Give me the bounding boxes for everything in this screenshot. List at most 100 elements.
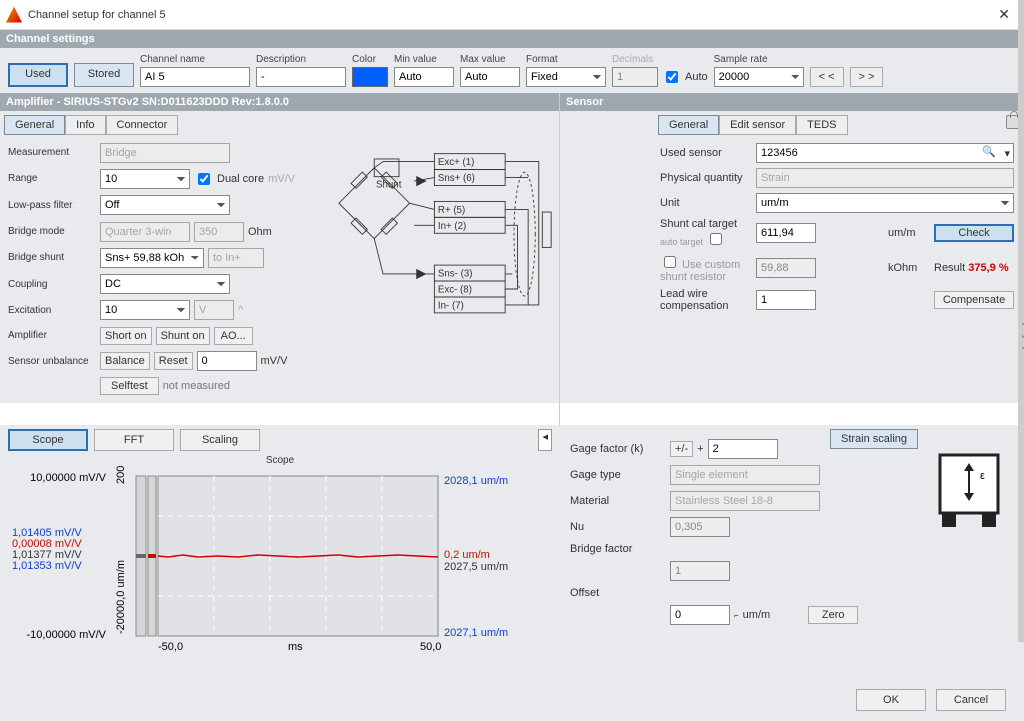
app-icon (6, 7, 22, 23)
pm-button[interactable]: +/- (670, 441, 693, 457)
dualcore-unit: mV/V (268, 173, 295, 185)
reset-button[interactable]: Reset (154, 352, 193, 370)
excitation-unit: V (194, 300, 234, 320)
shunt-on-button[interactable]: Shunt on (156, 327, 210, 345)
min-input[interactable] (394, 67, 454, 87)
leadwire-input[interactable] (756, 290, 816, 310)
stored-button[interactable]: Stored (74, 63, 134, 87)
gage-factor-input[interactable] (708, 439, 778, 459)
tab-scope[interactable]: Scope (8, 429, 88, 451)
balance-button[interactable]: Balance (100, 352, 150, 370)
bridge-mode-label: Bridge mode (8, 226, 100, 237)
max-input[interactable] (460, 67, 520, 87)
amplifier-header: Amplifier - SIRIUS-STGv2 SN:D011623DDD R… (0, 93, 559, 111)
collapse-icon[interactable]: ◂ (538, 429, 552, 451)
leadwire-label: Lead wire compensation (660, 288, 756, 312)
svg-text:0,2 um/m: 0,2 um/m (444, 549, 490, 561)
range-label: Range (8, 173, 100, 184)
amplifier-label: Amplifier (8, 330, 100, 341)
tab-connector[interactable]: Connector (106, 115, 179, 135)
titlebar: Channel setup for channel 5 ✕ (0, 0, 1024, 30)
svg-text:ms: ms (288, 641, 303, 653)
chevron-down-icon[interactable]: ▾ (1004, 147, 1010, 160)
zero-button[interactable]: Zero (808, 606, 858, 624)
unbalance-input[interactable] (197, 351, 257, 371)
description-input[interactable] (256, 67, 346, 87)
close-icon[interactable]: ✕ (990, 2, 1018, 27)
channel-settings-header: Channel settings (0, 30, 1024, 48)
sign-label: + (697, 443, 703, 455)
shunt-cal-label: Shunt cal target (660, 218, 737, 230)
lpf-select[interactable]: Off (100, 195, 230, 215)
next-button[interactable]: > > (850, 67, 884, 87)
display-options-bar[interactable]: Display options (1018, 0, 1024, 642)
used-button[interactable]: Used (8, 63, 68, 87)
svg-text:ε: ε (980, 470, 985, 482)
description-label: Description (256, 54, 346, 65)
dualcore-label: Dual core (217, 173, 264, 185)
shunt-cal-input[interactable] (756, 223, 816, 243)
scope-title: Scope (8, 455, 552, 466)
used-sensor-input[interactable] (756, 143, 1014, 163)
used-sensor-label: Used sensor (660, 147, 756, 159)
sample-rate-label: Sample rate (714, 54, 804, 65)
short-on-button[interactable]: Short on (100, 327, 152, 345)
tab-info[interactable]: Info (65, 115, 105, 135)
color-label: Color (352, 54, 388, 65)
search-icon[interactable]: 🔍 (982, 145, 996, 158)
offset-label: Offset (570, 587, 670, 599)
svg-text:-50,0: -50,0 (158, 641, 183, 653)
ohm-label: Ohm (248, 226, 272, 238)
excitation-label: Excitation (8, 305, 100, 316)
measurement-select: Bridge (100, 143, 230, 163)
offset-input[interactable] (670, 605, 730, 625)
auto-target-checkbox[interactable] (710, 233, 722, 245)
auto-target-label: auto target (660, 237, 703, 247)
svg-text:2028,1 um/m: 2028,1 um/m (444, 475, 508, 487)
svg-text:10,00000 mV/V: 10,00000 mV/V (30, 472, 106, 484)
tab-general[interactable]: General (4, 115, 65, 135)
gage-type-label: Gage type (570, 469, 670, 481)
sample-rate-select[interactable]: 20000 (714, 67, 804, 87)
range-select[interactable]: 10 (100, 169, 190, 189)
prev-button[interactable]: < < (810, 67, 844, 87)
unit-select[interactable]: um/m (756, 193, 1014, 213)
tab-scaling[interactable]: Scaling (180, 429, 260, 451)
pq-label: Physical quantity (660, 172, 756, 184)
window-title: Channel setup for channel 5 (28, 9, 166, 21)
min-label: Min value (394, 54, 454, 65)
offset-unit: um/m (743, 609, 771, 621)
bridge-shunt-select[interactable]: Sns+ 59,88 kOhm (100, 248, 204, 268)
custom-shunt-input (756, 258, 816, 278)
auto-checkbox[interactable] (666, 71, 678, 83)
color-swatch[interactable] (352, 67, 388, 87)
channel-name-input[interactable] (140, 67, 250, 87)
ao-button[interactable]: AO... (214, 327, 253, 345)
tab-strain-scaling[interactable]: Strain scaling (830, 429, 918, 449)
gage-type-select: Single element (670, 465, 820, 485)
material-select: Stainless Steel 18-8 (670, 491, 820, 511)
auto-label: Auto (685, 71, 708, 83)
unbalance-label: Sensor unbalance (8, 356, 100, 367)
svg-text:-20000,0 um/m: -20000,0 um/m (115, 560, 127, 634)
ok-button[interactable]: OK (856, 689, 926, 711)
svg-text:2027,5 um/m: 2027,5 um/m (444, 561, 508, 573)
check-button[interactable]: Check (934, 224, 1014, 242)
svg-text:-10,00000 mV/V: -10,00000 mV/V (27, 629, 107, 641)
format-label: Format (526, 54, 606, 65)
format-select[interactable]: Fixed (526, 67, 606, 87)
selftest-button[interactable]: Selftest (100, 377, 159, 395)
bridge-shunt-to: to In+ (208, 248, 264, 268)
tab-sensor-teds[interactable]: TEDS (796, 115, 847, 135)
excitation-select[interactable]: 10 (100, 300, 190, 320)
dualcore-checkbox[interactable] (198, 173, 210, 185)
tab-sensor-edit[interactable]: Edit sensor (719, 115, 796, 135)
tab-sensor-general[interactable]: General (658, 115, 719, 135)
compensate-button[interactable]: Compensate (934, 291, 1014, 309)
coupling-select[interactable]: DC (100, 274, 230, 294)
custom-shunt-checkbox[interactable] (664, 256, 676, 268)
tab-fft[interactable]: FFT (94, 429, 174, 451)
coupling-label: Coupling (8, 279, 100, 290)
cancel-button[interactable]: Cancel (936, 689, 1006, 711)
channel-name-label: Channel name (140, 54, 250, 65)
